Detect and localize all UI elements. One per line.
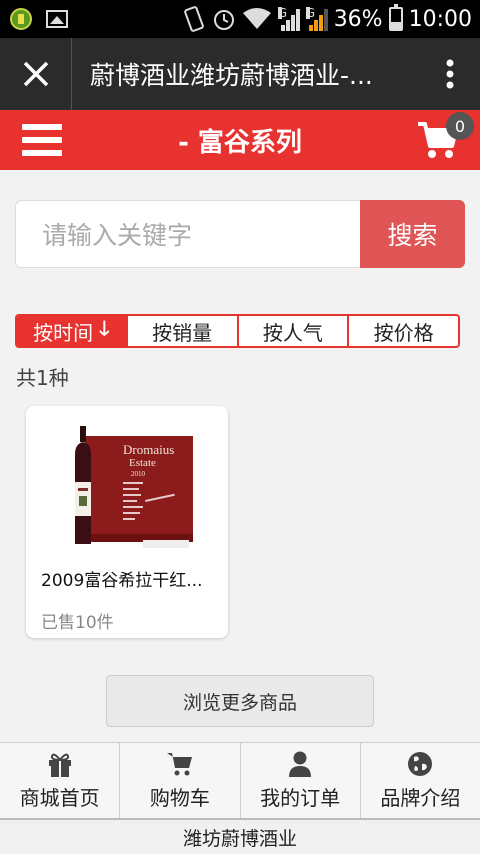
more-menu-button[interactable] (420, 38, 480, 110)
arrow-down-icon: 🡓 (99, 316, 110, 340)
sort-tabs: 按时间 🡓 按销量 按人气 按价格 (15, 314, 460, 348)
load-more-button[interactable]: 浏览更多商品 (106, 675, 374, 727)
status-bar: G G 36% 10:00 (0, 0, 480, 38)
app-header: - 富谷系列 0 (0, 110, 480, 170)
wifi-icon (242, 8, 271, 29)
alarm-icon (213, 10, 234, 30)
more-vert-icon (446, 59, 454, 89)
sort-tab-label: 按人气 (262, 320, 323, 345)
nav-cart[interactable]: 购物车 (119, 743, 239, 818)
browser-title-bar: 蔚博酒业潍坊蔚博酒业-... (0, 38, 480, 110)
nav-label: 品牌介绍 (380, 786, 461, 810)
nav-label: 商城首页 (19, 786, 100, 810)
nav-orders[interactable]: 我的订单 (239, 743, 360, 818)
image-brand-line2: Estate (129, 457, 156, 469)
signal-icon: G (277, 6, 300, 31)
nav-label: 我的订单 (260, 786, 341, 810)
nav-label: 购物车 (149, 786, 210, 810)
search-bar: 请输入关键字 搜索 (15, 200, 465, 268)
nav-brand[interactable]: 品牌介绍 (359, 743, 480, 818)
globe-icon (408, 752, 433, 776)
battery-icon (388, 4, 403, 31)
footer-brand: 潍坊蔚博酒业 (0, 818, 480, 854)
product-name: 2009富谷希拉干红... (41, 571, 203, 591)
sort-by-sales-tab[interactable]: 按销量 (125, 316, 237, 346)
image-brand-line1: Dromaius (123, 442, 174, 457)
clock: 10:00 (408, 6, 472, 32)
sort-by-price-tab[interactable]: 按价格 (347, 316, 458, 346)
search-input[interactable]: 请输入关键字 (15, 200, 360, 268)
product-image: Dromaius Estate 2010 (75, 426, 193, 548)
vibrate-icon (183, 6, 204, 32)
bottom-nav: 商城首页 购物车 我的订单 品牌介绍 (0, 742, 480, 818)
battery-percent: 36% (333, 6, 383, 32)
gift-icon (48, 753, 71, 777)
network-type-label-2: G (305, 6, 315, 20)
sort-tab-label: 按时间 (33, 320, 94, 345)
sort-tab-label: 按价格 (373, 320, 434, 345)
cart-count-badge: 0 (446, 112, 474, 140)
signal-icon-2: G (305, 6, 328, 31)
network-type-label: G (277, 6, 287, 20)
result-count: 共1种 (16, 366, 69, 390)
product-sold-count: 已售10件 (41, 613, 114, 633)
search-button[interactable]: 搜索 (360, 200, 465, 268)
product-card[interactable]: Dromaius Estate 2010 2009富谷希拉干红... 已售10件 (26, 406, 228, 638)
sort-by-popularity-tab[interactable]: 按人气 (236, 316, 348, 346)
app-notification-icon (10, 8, 32, 30)
category-title: - 富谷系列 (178, 127, 302, 158)
page-title: 蔚博酒业潍坊蔚博酒业-... (90, 61, 373, 90)
nav-home[interactable]: 商城首页 (0, 743, 119, 818)
user-icon (289, 751, 312, 777)
cart-icon (166, 753, 192, 776)
sort-by-time-tab[interactable]: 按时间 🡓 (17, 316, 126, 346)
image-notification-icon (46, 10, 68, 28)
menu-icon[interactable] (22, 124, 62, 156)
close-icon (23, 61, 48, 87)
image-year: 2010 (131, 470, 146, 478)
sort-tab-label: 按销量 (152, 320, 213, 345)
close-button[interactable] (0, 38, 72, 110)
